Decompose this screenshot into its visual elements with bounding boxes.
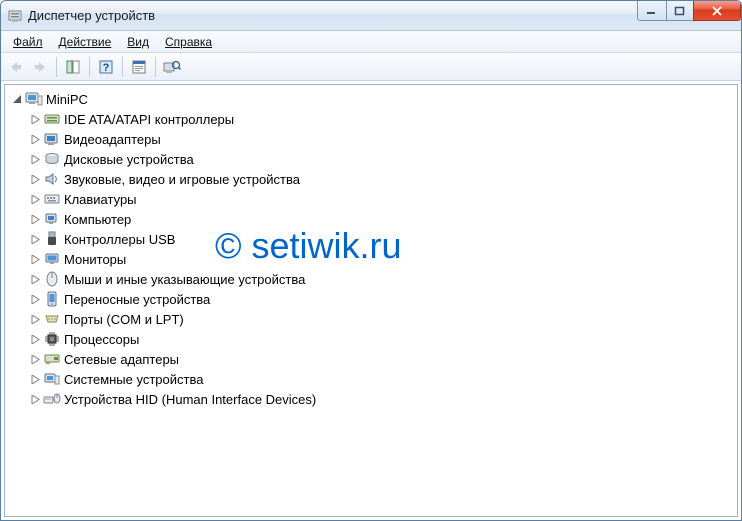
toolbar-separator [122, 57, 123, 77]
tree-node[interactable]: Звуковые, видео и игровые устройства [7, 169, 735, 189]
processor-icon [43, 331, 61, 347]
back-button[interactable] [5, 56, 27, 78]
node-label: Мониторы [64, 252, 126, 267]
usb-controller-icon [43, 231, 61, 247]
tree-node[interactable]: Видеоадаптеры [7, 129, 735, 149]
expander-icon[interactable] [29, 173, 41, 185]
system-device-icon [43, 371, 61, 387]
node-label: IDE ATA/ATAPI контроллеры [64, 112, 234, 127]
node-label: Мыши и иные указывающие устройства [64, 272, 305, 287]
expander-icon[interactable] [29, 373, 41, 385]
tree-node[interactable]: Сетевые адаптеры [7, 349, 735, 369]
scan-hardware-button[interactable] [161, 56, 183, 78]
expander-icon[interactable] [29, 353, 41, 365]
monitor-icon [43, 251, 61, 267]
toolbar-separator [155, 57, 156, 77]
tree-node[interactable]: Процессоры [7, 329, 735, 349]
expander-icon[interactable] [29, 193, 41, 205]
toolbar-separator [89, 57, 90, 77]
app-icon [7, 8, 23, 24]
portable-device-icon [43, 291, 61, 307]
toolbar-separator [56, 57, 57, 77]
svg-text:?: ? [103, 62, 110, 74]
help-button[interactable]: ? [95, 56, 117, 78]
node-label: Компьютер [64, 212, 131, 227]
expander-icon[interactable] [29, 213, 41, 225]
expander-icon[interactable] [29, 273, 41, 285]
expander-icon[interactable] [29, 113, 41, 125]
sound-icon [43, 171, 61, 187]
node-label: Дисковые устройства [64, 152, 194, 167]
hid-icon [43, 391, 61, 407]
computer-icon [43, 211, 61, 227]
toolbar: ? [1, 53, 741, 81]
keyboard-icon [43, 191, 61, 207]
node-label: Порты (COM и LPT) [64, 312, 184, 327]
expander-icon[interactable] [29, 333, 41, 345]
ide-controller-icon [43, 111, 61, 127]
node-label: Системные устройства [64, 372, 203, 387]
network-adapter-icon [43, 351, 61, 367]
node-label: Контроллеры USB [64, 232, 175, 247]
tree-node[interactable]: Переносные устройства [7, 289, 735, 309]
menu-action[interactable]: Действие [51, 33, 120, 51]
device-manager-window: Диспетчер устройств Файл Действие Вид Сп… [0, 0, 742, 521]
root-label: MiniPC [46, 92, 88, 107]
node-label: Сетевые адаптеры [64, 352, 179, 367]
tree-node[interactable]: IDE ATA/ATAPI контроллеры [7, 109, 735, 129]
expander-icon[interactable] [29, 393, 41, 405]
node-label: Звуковые, видео и игровые устройства [64, 172, 300, 187]
computer-icon [25, 91, 43, 107]
expander-icon[interactable] [29, 153, 41, 165]
tree-node[interactable]: Системные устройства [7, 369, 735, 389]
port-icon [43, 311, 61, 327]
menubar: Файл Действие Вид Справка [1, 31, 741, 53]
expander-icon[interactable] [29, 253, 41, 265]
disk-drive-icon [43, 151, 61, 167]
expander-icon[interactable] [29, 133, 41, 145]
tree-panel[interactable]: MiniPC IDE ATA/ATAPI контроллеры Видеоада… [4, 84, 738, 517]
tree-node[interactable]: Дисковые устройства [7, 149, 735, 169]
properties-button[interactable] [128, 56, 150, 78]
minimize-button[interactable] [637, 1, 667, 21]
mouse-icon [43, 271, 61, 287]
show-hide-tree-button[interactable] [62, 56, 84, 78]
node-label: Процессоры [64, 332, 139, 347]
expander-icon[interactable] [11, 93, 23, 105]
menu-file[interactable]: Файл [5, 33, 51, 51]
window-controls [638, 1, 741, 21]
menu-help[interactable]: Справка [157, 33, 220, 51]
expander-icon[interactable] [29, 293, 41, 305]
display-adapter-icon [43, 131, 61, 147]
maximize-button[interactable] [666, 1, 694, 21]
node-label: Клавиатуры [64, 192, 137, 207]
node-label: Видеоадаптеры [64, 132, 161, 147]
tree-node[interactable]: Порты (COM и LPT) [7, 309, 735, 329]
tree-node[interactable]: Устройства HID (Human Interface Devices) [7, 389, 735, 409]
node-label: Переносные устройства [64, 292, 210, 307]
tree-node[interactable]: Мониторы [7, 249, 735, 269]
menu-view[interactable]: Вид [119, 33, 157, 51]
expander-icon[interactable] [29, 313, 41, 325]
expander-icon[interactable] [29, 233, 41, 245]
titlebar: Диспетчер устройств [1, 1, 741, 31]
tree-node[interactable]: Мыши и иные указывающие устройства [7, 269, 735, 289]
tree-node[interactable]: Компьютер [7, 209, 735, 229]
forward-button[interactable] [29, 56, 51, 78]
device-tree: MiniPC IDE ATA/ATAPI контроллеры Видеоада… [7, 89, 735, 409]
node-label: Устройства HID (Human Interface Devices) [64, 392, 316, 407]
window-title: Диспетчер устройств [28, 8, 155, 23]
tree-node[interactable]: Контроллеры USB [7, 229, 735, 249]
tree-node[interactable]: Клавиатуры [7, 189, 735, 209]
close-button[interactable] [693, 1, 741, 21]
tree-root-node[interactable]: MiniPC [7, 89, 735, 109]
